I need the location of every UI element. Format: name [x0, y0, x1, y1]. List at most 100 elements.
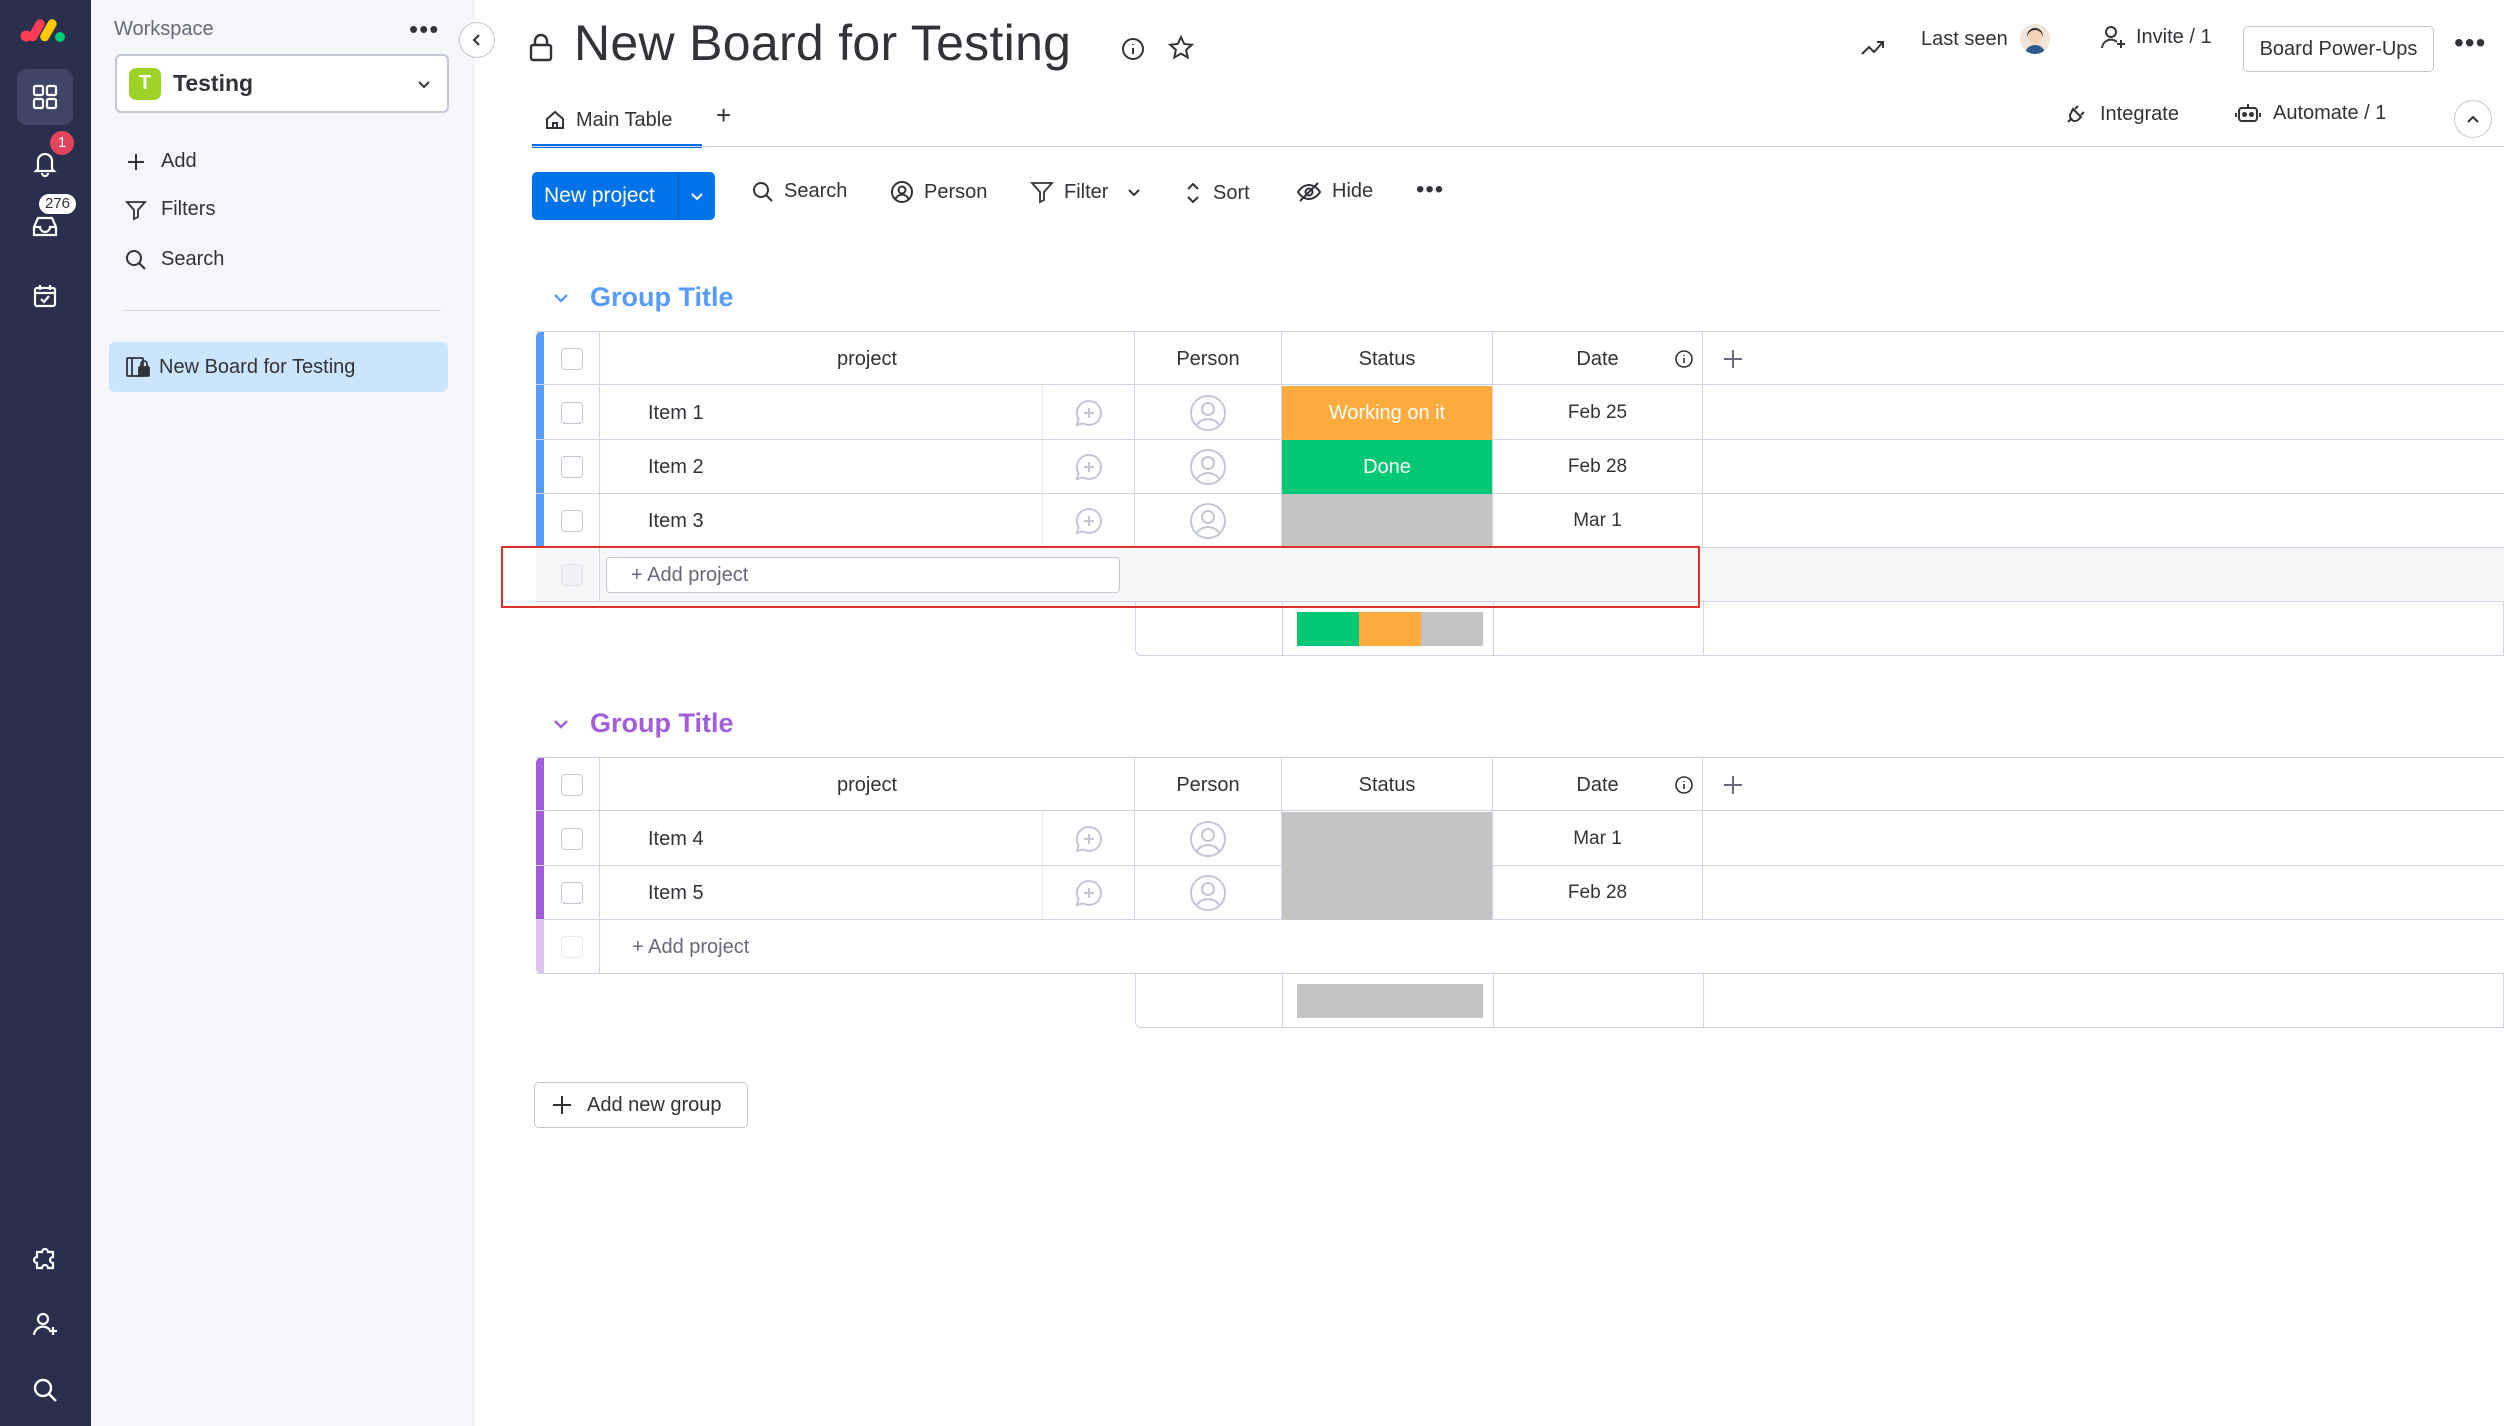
rail-apps-button[interactable] [17, 69, 73, 125]
table-row[interactable]: Item 5 Feb 28 [536, 866, 2504, 920]
invite-button[interactable]: Invite / 1 [2100, 24, 2212, 50]
group-1-title[interactable]: Group Title [590, 282, 734, 313]
add-update-button[interactable] [1043, 494, 1135, 548]
person-cell[interactable] [1135, 386, 1282, 440]
tab-main-table[interactable]: Main Table [532, 96, 702, 148]
sidebar-filters-button[interactable]: Filters [123, 198, 215, 221]
add-column-button[interactable] [1703, 758, 1763, 812]
add-item-row[interactable]: + Add project [536, 548, 2504, 602]
select-all-cell[interactable] [544, 332, 600, 386]
sidebar-item-board[interactable]: New Board for Testing [109, 342, 448, 392]
new-project-button[interactable]: New project [532, 172, 715, 220]
new-project-dropdown[interactable] [679, 188, 715, 204]
add-update-button[interactable] [1043, 386, 1135, 440]
search-button[interactable]: Search [752, 180, 847, 203]
date-cell[interactable]: Feb 25 [1493, 386, 1703, 440]
column-header-status[interactable]: Status [1282, 758, 1493, 812]
collapse-header-button[interactable] [2454, 100, 2492, 138]
info-icon[interactable] [1120, 36, 1146, 62]
add-view-button[interactable]: + [716, 100, 731, 131]
group-2-title[interactable]: Group Title [590, 708, 734, 739]
person-cell[interactable] [1135, 812, 1282, 866]
row-checkbox[interactable] [560, 402, 583, 424]
rail-integrations-button[interactable] [17, 1230, 73, 1286]
rail-search-button[interactable] [17, 1362, 73, 1418]
hide-button[interactable]: Hide [1296, 180, 1373, 203]
table-row[interactable]: Item 2 Done Feb 28 [536, 440, 2504, 494]
add-update-button[interactable] [1043, 866, 1135, 920]
person-filter-button[interactable]: Person [890, 180, 987, 204]
info-icon[interactable] [1674, 775, 1694, 795]
sidebar-search-button[interactable]: Search [123, 248, 224, 271]
rail-my-work-button[interactable] [17, 268, 73, 324]
column-header-project[interactable]: project [600, 758, 1135, 812]
person-cell[interactable] [1135, 494, 1282, 548]
column-header-date[interactable]: Date [1493, 332, 1703, 386]
status-summary-bar[interactable] [1297, 984, 1483, 1018]
item-name[interactable]: Item 5 [600, 866, 1043, 920]
column-header-person[interactable]: Person [1135, 332, 1282, 386]
status-cell[interactable] [1282, 866, 1493, 920]
add-project-input[interactable]: + Add project [632, 920, 749, 974]
toolbar-more-icon[interactable]: ••• [1416, 176, 1444, 204]
rail-notifications-button[interactable]: 1 [17, 131, 74, 191]
group-1-header[interactable]: Group Title [552, 282, 734, 313]
more-options-icon[interactable]: ••• [2454, 28, 2486, 58]
row-select-cell[interactable] [544, 494, 600, 548]
person-cell[interactable] [1135, 440, 1282, 494]
select-all-checkbox[interactable] [560, 348, 583, 370]
workspace-more-icon[interactable]: ••• [409, 14, 439, 44]
table-row[interactable]: Item 3 Mar 1 [536, 494, 2504, 548]
date-cell[interactable]: Mar 1 [1493, 812, 1703, 866]
column-header-person[interactable]: Person [1135, 758, 1282, 812]
board-power-ups-button[interactable]: Board Power-Ups [2243, 26, 2434, 72]
column-header-date[interactable]: Date [1493, 758, 1703, 812]
select-all-cell[interactable] [544, 758, 600, 812]
row-checkbox[interactable] [560, 456, 583, 478]
item-name[interactable]: Item 4 [600, 812, 1043, 866]
row-select-cell[interactable] [544, 866, 600, 920]
row-select-cell[interactable] [544, 440, 600, 494]
rail-inbox-button[interactable]: 276 [17, 192, 79, 254]
row-checkbox[interactable] [560, 882, 583, 904]
status-cell[interactable] [1282, 494, 1493, 548]
date-cell[interactable]: Mar 1 [1493, 494, 1703, 548]
activity-icon[interactable] [1860, 36, 1886, 60]
integrate-button[interactable]: Integrate [2064, 102, 2179, 126]
add-new-group-button[interactable]: Add new group [534, 1082, 748, 1128]
rail-invite-button[interactable] [17, 1296, 73, 1352]
row-checkbox[interactable] [560, 828, 583, 850]
row-select-cell[interactable] [544, 386, 600, 440]
add-update-button[interactable] [1043, 812, 1135, 866]
item-name[interactable]: Item 3 [600, 494, 1043, 548]
date-cell[interactable]: Feb 28 [1493, 866, 1703, 920]
add-item-row[interactable]: + Add project [536, 920, 2504, 974]
column-header-project[interactable]: project [600, 332, 1135, 386]
page-title[interactable]: New Board for Testing [574, 14, 1071, 72]
table-row[interactable]: Item 4 Mar 1 [536, 812, 2504, 866]
info-icon[interactable] [1674, 349, 1694, 369]
group-2-header[interactable]: Group Title [552, 708, 734, 739]
star-icon[interactable] [1167, 34, 1195, 62]
item-name[interactable]: Item 2 [600, 440, 1043, 494]
add-update-button[interactable] [1043, 440, 1135, 494]
status-cell[interactable]: Working on it [1282, 386, 1493, 440]
monday-logo-icon[interactable] [18, 12, 68, 48]
filter-button[interactable]: Filter [1030, 180, 1142, 204]
item-name[interactable]: Item 1 [600, 386, 1043, 440]
automate-button[interactable]: Automate / 1 [2235, 102, 2386, 125]
row-checkbox[interactable] [560, 510, 583, 532]
person-cell[interactable] [1135, 866, 1282, 920]
collapse-sidebar-button[interactable] [459, 22, 495, 58]
select-all-checkbox[interactable] [560, 774, 583, 796]
workspace-select[interactable]: T Testing [115, 54, 449, 113]
status-cell[interactable]: Done [1282, 440, 1493, 494]
add-column-button[interactable] [1703, 332, 1763, 386]
add-project-input[interactable]: + Add project [606, 557, 1120, 593]
date-cell[interactable]: Feb 28 [1493, 440, 1703, 494]
row-select-cell[interactable] [544, 812, 600, 866]
status-summary-bar[interactable] [1297, 612, 1483, 646]
table-row[interactable]: Item 1 Working on it Feb 25 [536, 386, 2504, 440]
last-seen[interactable]: Last seen [1921, 24, 2050, 54]
status-cell[interactable] [1282, 812, 1493, 866]
